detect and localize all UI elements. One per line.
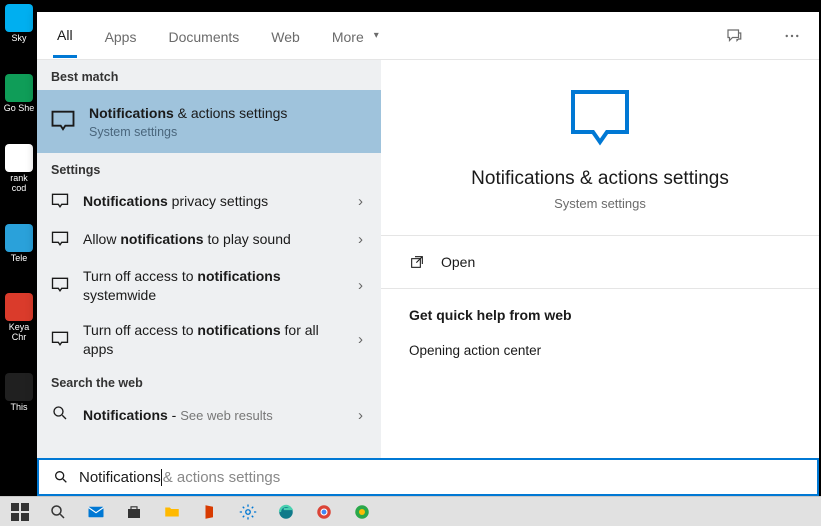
start-button[interactable] <box>2 498 38 526</box>
result-preview-pane: Notifications & actions settings System … <box>381 60 819 458</box>
taskbar-mail-icon[interactable] <box>78 498 114 526</box>
results-list: Best match Notifications & actions setti… <box>37 60 381 458</box>
settings-result-title: Allow notifications to play sound <box>83 230 340 249</box>
web-result[interactable]: Notifications - See web results › <box>37 396 381 434</box>
notifications-large-icon <box>567 88 633 150</box>
taskbar-office-icon[interactable] <box>192 498 228 526</box>
desktop-icon[interactable]: rank cod <box>2 144 36 194</box>
taskbar-explorer-icon[interactable] <box>154 498 190 526</box>
web-result-title: Notifications - See web results <box>83 406 340 425</box>
tab-more[interactable]: More <box>328 15 368 57</box>
search-scope-tabs: All Apps Documents Web More ▾ <box>37 12 819 60</box>
tab-all[interactable]: All <box>53 13 77 58</box>
desktop-icon[interactable]: This <box>2 373 36 413</box>
search-input-text: Notifications & actions settings <box>79 469 280 486</box>
taskbar-chrome-icon[interactable] <box>306 498 342 526</box>
preview-quick-help: Get quick help from web Opening action c… <box>381 289 819 382</box>
chevron-right-icon[interactable]: › <box>352 407 369 424</box>
notifications-icon <box>49 107 77 135</box>
start-search-flyout: All Apps Documents Web More ▾ Best match <box>37 12 819 496</box>
chevron-right-icon[interactable]: › <box>352 277 369 294</box>
settings-result-title: Notifications privacy settings <box>83 192 340 211</box>
notifications-icon <box>49 275 71 297</box>
settings-header: Settings <box>37 153 381 183</box>
preview-header: Notifications & actions settings System … <box>381 60 819 236</box>
settings-result[interactable]: Turn off access to notifications for all… <box>37 313 381 367</box>
chevron-right-icon[interactable]: › <box>352 231 369 248</box>
open-action[interactable]: Open <box>381 236 819 288</box>
notifications-icon <box>49 191 71 213</box>
search-content: Best match Notifications & actions setti… <box>37 60 819 458</box>
open-label: Open <box>441 254 475 270</box>
search-input[interactable]: Notifications & actions settings <box>37 458 819 496</box>
settings-result[interactable]: Turn off access to notifications systemw… <box>37 259 381 313</box>
best-match-result[interactable]: Notifications & actions settings System … <box>37 90 381 153</box>
settings-result[interactable]: Notifications privacy settings › <box>37 183 381 221</box>
taskbar-edge-icon[interactable] <box>268 498 304 526</box>
chevron-down-icon: ▾ <box>374 30 379 41</box>
taskbar-settings-icon[interactable] <box>230 498 266 526</box>
overflow-menu-icon[interactable] <box>775 19 809 53</box>
preview-actions: Open <box>381 236 819 289</box>
preview-subtitle: System settings <box>554 196 646 211</box>
chevron-right-icon[interactable]: › <box>352 193 369 210</box>
desktop: Sky Go She rank cod Tele Keya Chr This A… <box>0 0 821 526</box>
taskbar-chrome-canary-icon[interactable] <box>344 498 380 526</box>
search-icon <box>49 404 71 426</box>
notifications-icon <box>49 229 71 251</box>
search-icon <box>53 469 69 485</box>
settings-result[interactable]: Allow notifications to play sound › <box>37 221 381 259</box>
desktop-icon[interactable]: Sky <box>2 4 36 44</box>
taskbar-search-button[interactable] <box>40 498 76 526</box>
taskbar <box>0 496 821 526</box>
quick-help-item[interactable]: Opening action center <box>409 337 791 364</box>
tab-web[interactable]: Web <box>267 15 304 57</box>
open-icon <box>409 254 425 270</box>
settings-result-title: Turn off access to notifications systemw… <box>83 267 340 305</box>
feedback-icon[interactable] <box>717 19 751 53</box>
quick-help-header: Get quick help from web <box>409 307 791 323</box>
taskbar-store-icon[interactable] <box>116 498 152 526</box>
preview-title: Notifications & actions settings <box>471 168 729 190</box>
desktop-icon[interactable]: Tele <box>2 224 36 264</box>
best-match-subtitle: System settings <box>89 125 369 139</box>
notifications-icon <box>49 329 71 351</box>
tab-documents[interactable]: Documents <box>164 15 243 57</box>
settings-result-title: Turn off access to notifications for all… <box>83 321 340 359</box>
web-header: Search the web <box>37 366 381 396</box>
desktop-icon[interactable]: Keya Chr <box>2 293 36 343</box>
desktop-icons-column: Sky Go She rank cod Tele Keya Chr This <box>0 0 40 496</box>
best-match-title: Notifications & actions settings <box>89 104 369 123</box>
tab-apps[interactable]: Apps <box>101 15 141 57</box>
desktop-icon[interactable]: Go She <box>2 74 36 114</box>
best-match-header: Best match <box>37 60 381 90</box>
chevron-right-icon[interactable]: › <box>352 331 369 348</box>
